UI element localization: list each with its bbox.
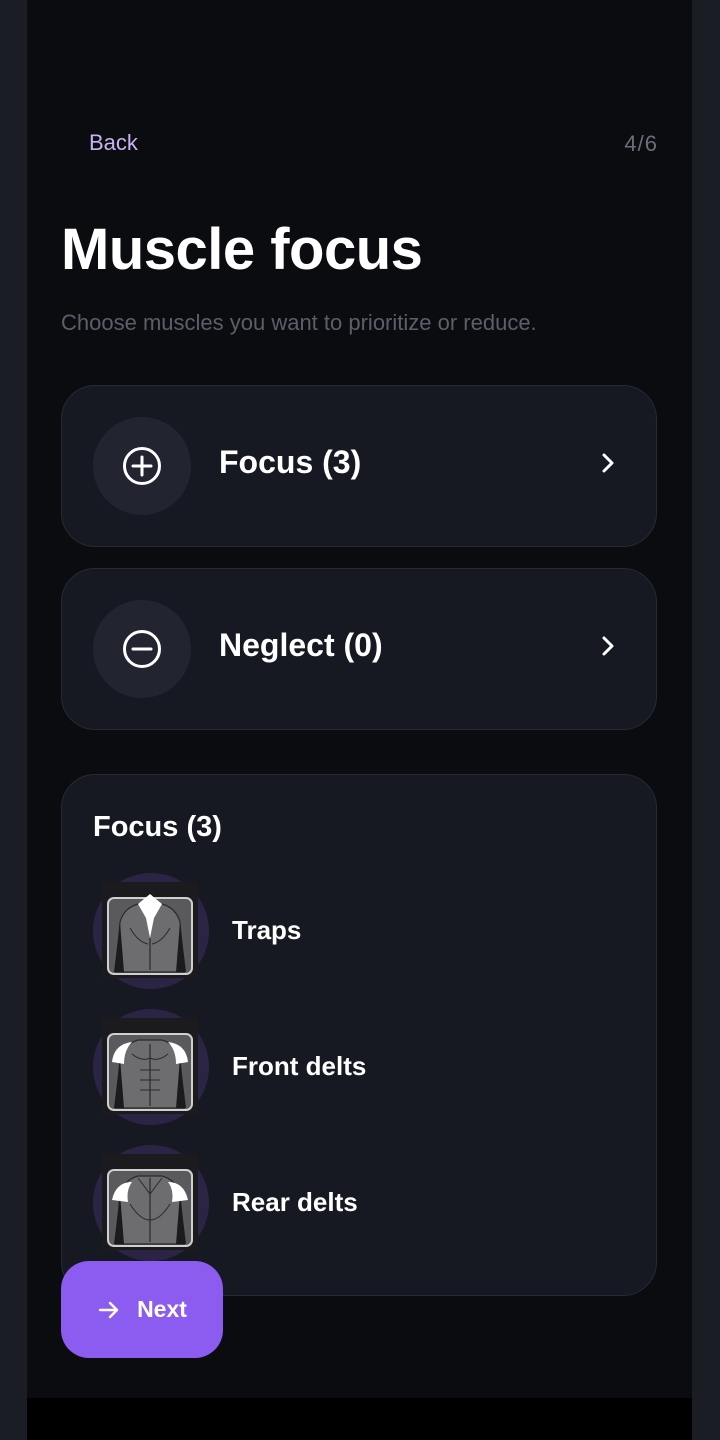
list-item-rear-delts[interactable]: Rear delts <box>93 1145 633 1265</box>
list-item-front-delts[interactable]: Front delts <box>93 1009 633 1129</box>
plus-circle-icon <box>123 447 161 485</box>
neglect-option-label: Neglect (0) <box>219 627 383 663</box>
focus-option-card[interactable]: Focus (3) <box>61 385 657 547</box>
next-button-label: Next <box>137 1296 187 1322</box>
next-button[interactable]: Next <box>61 1261 223 1358</box>
muscle-name: Rear delts <box>232 1187 358 1217</box>
back-button[interactable]: Back <box>89 130 138 156</box>
page-subtitle: Choose muscles you want to prioritize or… <box>61 310 537 335</box>
focus-list-card: Focus (3) Traps Front delts Rear delts <box>61 774 657 1296</box>
muscle-name: Traps <box>232 915 302 945</box>
chevron-right-icon <box>602 453 614 473</box>
neglect-icon-circle <box>93 600 191 698</box>
front-delts-body-icon <box>102 1018 198 1114</box>
muscle-name: Front delts <box>232 1051 367 1081</box>
chevron-right-icon <box>602 636 614 656</box>
list-item-traps[interactable]: Traps <box>93 873 633 993</box>
page-title: Muscle focus <box>61 217 423 282</box>
minus-circle-icon <box>123 630 161 668</box>
focus-list-title: Focus (3) <box>93 811 222 843</box>
system-nav-bar <box>27 1398 692 1440</box>
rear-delts-body-icon <box>102 1154 198 1250</box>
app-screen: Back 4/6 Muscle focus Choose muscles you… <box>27 0 692 1398</box>
focus-option-label: Focus (3) <box>219 444 362 480</box>
traps-body-icon <box>102 882 198 978</box>
focus-icon-circle <box>93 417 191 515</box>
step-indicator: 4/6 <box>624 131 658 156</box>
neglect-option-card[interactable]: Neglect (0) <box>61 568 657 730</box>
arrow-right-icon <box>98 1301 119 1318</box>
